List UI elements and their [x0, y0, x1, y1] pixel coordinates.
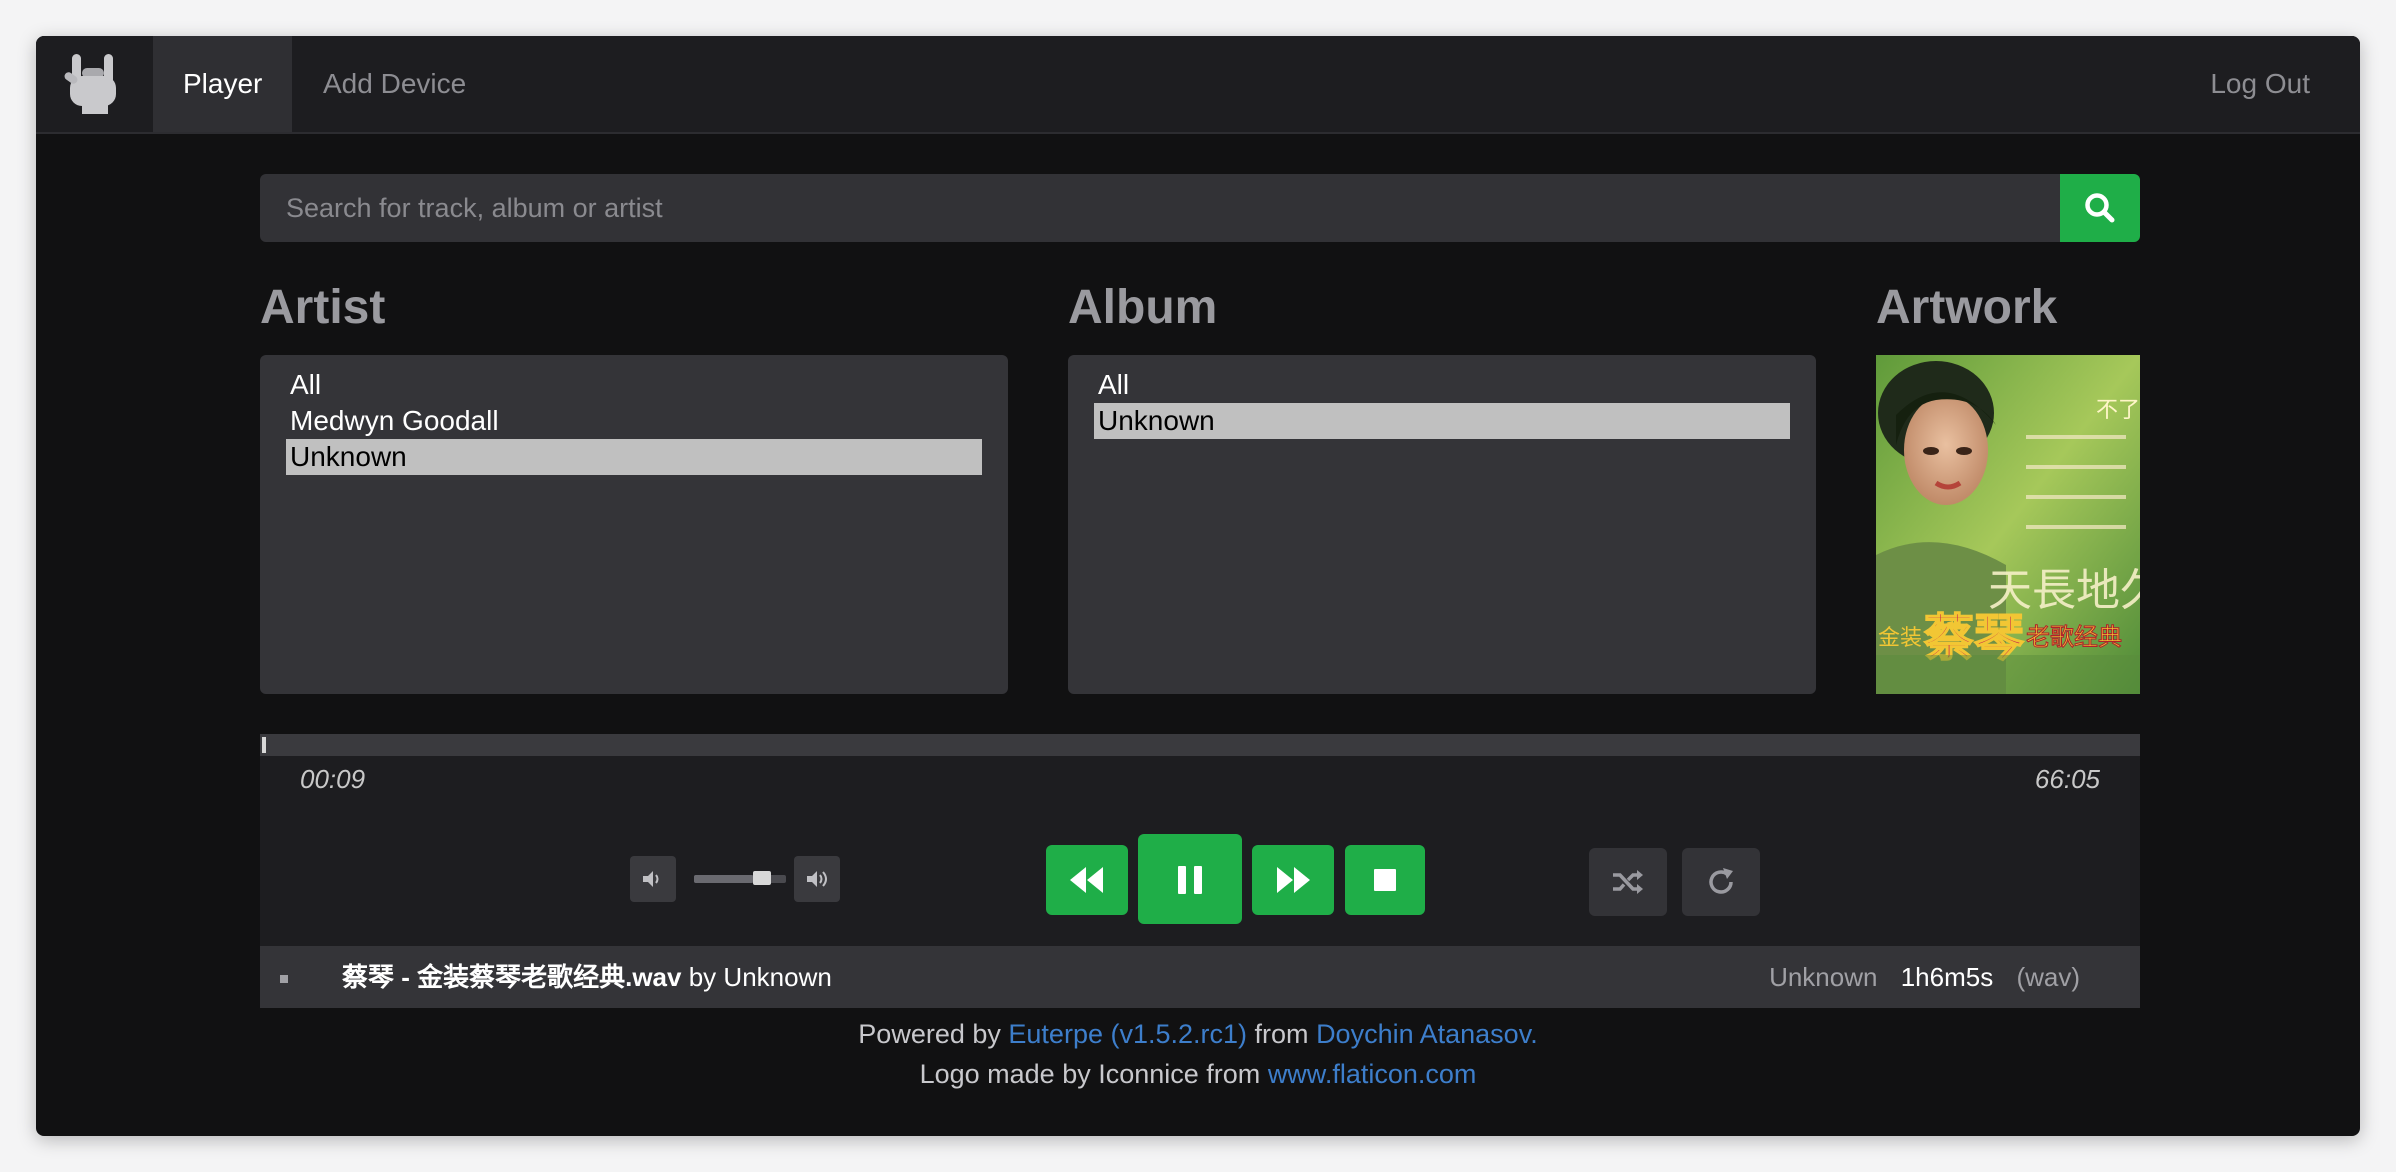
tab-player[interactable]: Player	[153, 36, 293, 132]
author-link[interactable]: Doychin Atanasov.	[1316, 1019, 1538, 1049]
seek-progress	[262, 737, 266, 753]
artist-list[interactable]: All Medwyn Goodall Unknown	[260, 355, 1008, 694]
volume-handle[interactable]	[753, 871, 771, 885]
artwork-heading: Artwork	[1876, 281, 2058, 334]
footer-powered-line: Powered by Euterpe (v1.5.2.rc1) from Doy…	[36, 1014, 2360, 1054]
track-format: (wav)	[2016, 962, 2080, 992]
album-list[interactable]: All Unknown	[1068, 355, 1816, 694]
cover-text-top: 不了	[2096, 398, 2140, 423]
volume-high-icon	[807, 871, 827, 887]
now-playing-title: 蔡琴 - 金装蔡琴老歌经典.wav by Unknown	[342, 946, 832, 1008]
album-artwork: 不了 天長地久 金装 蔡琴 老歌经典	[1876, 355, 2140, 694]
rewind-button[interactable]	[1046, 845, 1128, 915]
pause-icon	[1178, 866, 1202, 894]
powered-by-label: Powered by	[858, 1019, 1001, 1049]
volume-down-button[interactable]	[630, 856, 676, 902]
artist-heading: Artist	[260, 281, 386, 334]
track-filename: 蔡琴 - 金装蔡琴老歌经典.wav	[342, 962, 682, 992]
from-label: from	[1254, 1019, 1309, 1049]
euterpe-link[interactable]: Euterpe (v1.5.2.rc1)	[1008, 1019, 1247, 1049]
track-duration: 1h6m5s	[1900, 962, 1994, 992]
logout-link[interactable]: Log Out	[2210, 36, 2310, 132]
track-meta: Unknown 1h6m5s (wav)	[1769, 946, 2080, 1008]
rewind-icon	[1070, 867, 1103, 893]
rock-hand-icon[interactable]	[60, 48, 128, 116]
repeat-button[interactable]	[1682, 848, 1760, 916]
search-bar	[260, 174, 2140, 242]
shuffle-button[interactable]	[1589, 848, 1667, 916]
logo-credit-label: Logo made by Iconnice from	[919, 1059, 1261, 1089]
stop-icon	[1374, 869, 1396, 891]
album-item-all[interactable]: All	[1094, 367, 1790, 403]
now-playing-row[interactable]: 蔡琴 - 金装蔡琴老歌经典.wav by Unknown Unknown 1h6…	[260, 946, 2140, 1008]
footer-logo-credit-line: Logo made by Iconnice from www.flaticon.…	[36, 1054, 2360, 1094]
list-bullet	[280, 975, 288, 983]
search-icon	[2085, 193, 2115, 223]
stop-button[interactable]	[1345, 845, 1425, 915]
tab-add-device[interactable]: Add Device	[293, 36, 496, 132]
app-window: Player Add Device Log Out Artist All Med…	[36, 36, 2360, 1136]
artist-item-unknown[interactable]: Unknown	[286, 439, 982, 475]
pause-button[interactable]	[1138, 834, 1242, 924]
shuffle-icon	[1613, 870, 1643, 894]
volume-slider[interactable]	[694, 871, 786, 885]
elapsed-time: 00:09	[300, 764, 366, 794]
player-panel: 00:09 66:05 蔡琴 - 金装蔡琴老歌经典.wav by Unknown…	[260, 734, 2140, 1008]
album-heading: Album	[1068, 281, 1218, 334]
track-album: Unknown	[1769, 962, 1878, 992]
search-input[interactable]	[260, 174, 2060, 242]
flaticon-link[interactable]: www.flaticon.com	[1268, 1059, 1477, 1089]
search-button[interactable]	[2060, 174, 2140, 242]
album-item-unknown[interactable]: Unknown	[1094, 403, 1790, 439]
fast-forward-button[interactable]	[1252, 845, 1334, 915]
volume-up-button[interactable]	[794, 856, 840, 902]
total-time: 66:05	[2034, 764, 2100, 794]
repeat-icon	[1709, 868, 1733, 894]
volume-low-icon	[643, 871, 659, 887]
footer: Powered by Euterpe (v1.5.2.rc1) from Doy…	[36, 1014, 2360, 1094]
cover-text-tail: 老歌经典	[2026, 623, 2122, 651]
track-by-label: by	[688, 962, 717, 992]
seek-bar[interactable]	[260, 734, 2140, 756]
track-artist: Unknown	[723, 962, 832, 992]
fast-forward-icon	[1277, 867, 1310, 893]
cover-text-series: 金装	[1878, 626, 1922, 651]
volume-level	[694, 875, 753, 883]
artist-item-all[interactable]: All	[286, 367, 982, 403]
navbar: Player Add Device Log Out	[36, 36, 2360, 134]
artist-item-medwyn-goodall[interactable]: Medwyn Goodall	[286, 403, 982, 439]
